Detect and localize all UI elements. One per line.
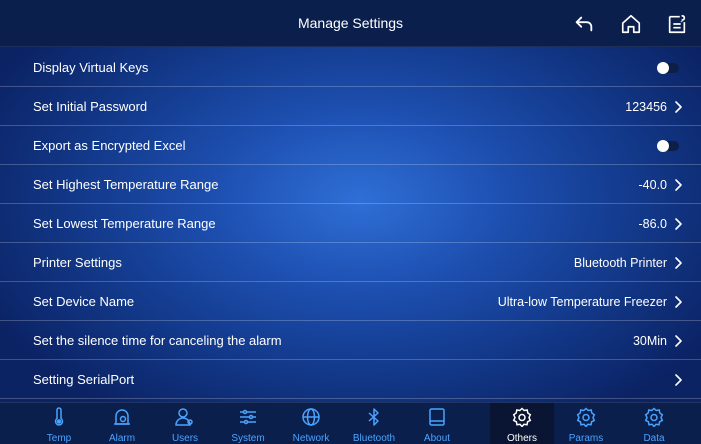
- setting-value: -86.0: [638, 216, 668, 231]
- chevron-right-icon: [675, 100, 682, 113]
- setting-value: Bluetooth Printer: [573, 255, 667, 270]
- globe-icon: [301, 407, 321, 427]
- tab-about[interactable]: About: [405, 403, 469, 444]
- bluetooth-icon: [364, 407, 384, 427]
- tab-label: Temp: [46, 433, 72, 444]
- screen: Manage Settings Display Virtual Keys Set…: [0, 0, 701, 444]
- tab-label: Network: [292, 433, 330, 444]
- setting-label: Printer Settings: [33, 255, 122, 270]
- setting-value: 30Min: [632, 333, 667, 348]
- tab-label: System: [231, 433, 265, 444]
- setting-lowest-temperature[interactable]: Set Lowest Temperature Range -86.0: [0, 204, 701, 243]
- tab-temp[interactable]: Temp: [27, 403, 91, 444]
- setting-value: Ultra-low Temperature Freezer: [497, 294, 667, 309]
- setting-label: Set Lowest Temperature Range: [33, 216, 216, 231]
- setting-control: -86.0: [639, 204, 684, 243]
- chevron-right-icon: [675, 295, 682, 308]
- tab-label: Data: [643, 433, 665, 444]
- setting-alarm-silence-time[interactable]: Set the silence time for canceling the a…: [0, 321, 701, 360]
- notes-icon[interactable]: [664, 11, 690, 37]
- tab-label: Alarm: [108, 433, 136, 444]
- setting-printer[interactable]: Printer Settings Bluetooth Printer: [0, 243, 701, 282]
- home-icon[interactable]: [618, 11, 644, 37]
- setting-label: Set Device Name: [33, 294, 135, 309]
- setting-control: -40.0: [639, 165, 684, 204]
- setting-control: Ultra-low Temperature Freezer: [498, 282, 683, 321]
- tab-users[interactable]: Users: [153, 403, 217, 444]
- setting-label: Display Virtual Keys: [33, 60, 149, 75]
- setting-initial-password[interactable]: Set Initial Password 123456: [0, 87, 701, 126]
- setting-highest-temperature[interactable]: Set Highest Temperature Range -40.0: [0, 165, 701, 204]
- thermometer-icon: [49, 407, 69, 427]
- tab-params[interactable]: Params: [554, 403, 618, 444]
- tablet-icon: [427, 407, 447, 427]
- setting-label: Set Highest Temperature Range: [33, 177, 219, 192]
- chevron-right-icon: [675, 256, 682, 269]
- chevron-right-icon: [675, 334, 682, 347]
- setting-label: Set the silence time for canceling the a…: [33, 333, 282, 348]
- gear-icon: [644, 407, 664, 428]
- back-arrow-icon[interactable]: [571, 11, 597, 37]
- setting-control: [657, 126, 683, 165]
- setting-control: [667, 360, 683, 399]
- tab-system[interactable]: System: [216, 403, 280, 444]
- toggle-switch[interactable]: [657, 61, 679, 74]
- settings-list: Display Virtual Keys Set Initial Passwor…: [0, 48, 701, 401]
- alarm-bell-icon: [112, 407, 132, 427]
- gear-icon: [512, 407, 532, 428]
- setting-control: Bluetooth Printer: [574, 243, 683, 282]
- setting-serialport[interactable]: Setting SerialPort: [0, 360, 701, 399]
- setting-label: Export as Encrypted Excel: [33, 138, 186, 153]
- tab-data[interactable]: Data: [622, 403, 686, 444]
- tab-bluetooth[interactable]: Bluetooth: [342, 403, 406, 444]
- tab-label: Users: [171, 433, 199, 444]
- chevron-right-icon: [675, 373, 682, 386]
- tab-label: About: [423, 433, 451, 444]
- chevron-right-icon: [675, 178, 682, 191]
- tab-label: Params: [568, 433, 604, 444]
- header-bar: Manage Settings: [0, 0, 701, 47]
- setting-value: -40.0: [638, 177, 668, 192]
- setting-value: 123456: [625, 99, 667, 114]
- tab-label: Others: [506, 433, 537, 444]
- setting-label: Setting SerialPort: [33, 372, 135, 387]
- setting-control: 123456: [625, 87, 683, 126]
- setting-device-name[interactable]: Set Device Name Ultra-low Temperature Fr…: [0, 282, 701, 321]
- tab-alarm[interactable]: Alarm: [90, 403, 154, 444]
- users-icon: [175, 407, 195, 427]
- setting-display-virtual-keys[interactable]: Display Virtual Keys: [0, 48, 701, 87]
- setting-control: [657, 48, 683, 87]
- setting-control: 30Min: [633, 321, 683, 360]
- setting-export-encrypted-excel[interactable]: Export as Encrypted Excel: [0, 126, 701, 165]
- sliders-icon: [238, 407, 258, 427]
- tab-label: Bluetooth: [352, 433, 396, 444]
- tab-network[interactable]: Network: [279, 403, 343, 444]
- tab-others[interactable]: Others: [490, 403, 554, 444]
- chevron-right-icon: [675, 217, 682, 230]
- gear-icon: [576, 407, 596, 428]
- toggle-switch[interactable]: [657, 139, 679, 152]
- setting-label: Set Initial Password: [33, 99, 148, 114]
- bottom-tab-bar: Temp Alarm Users System Network Bluetoot…: [0, 402, 701, 444]
